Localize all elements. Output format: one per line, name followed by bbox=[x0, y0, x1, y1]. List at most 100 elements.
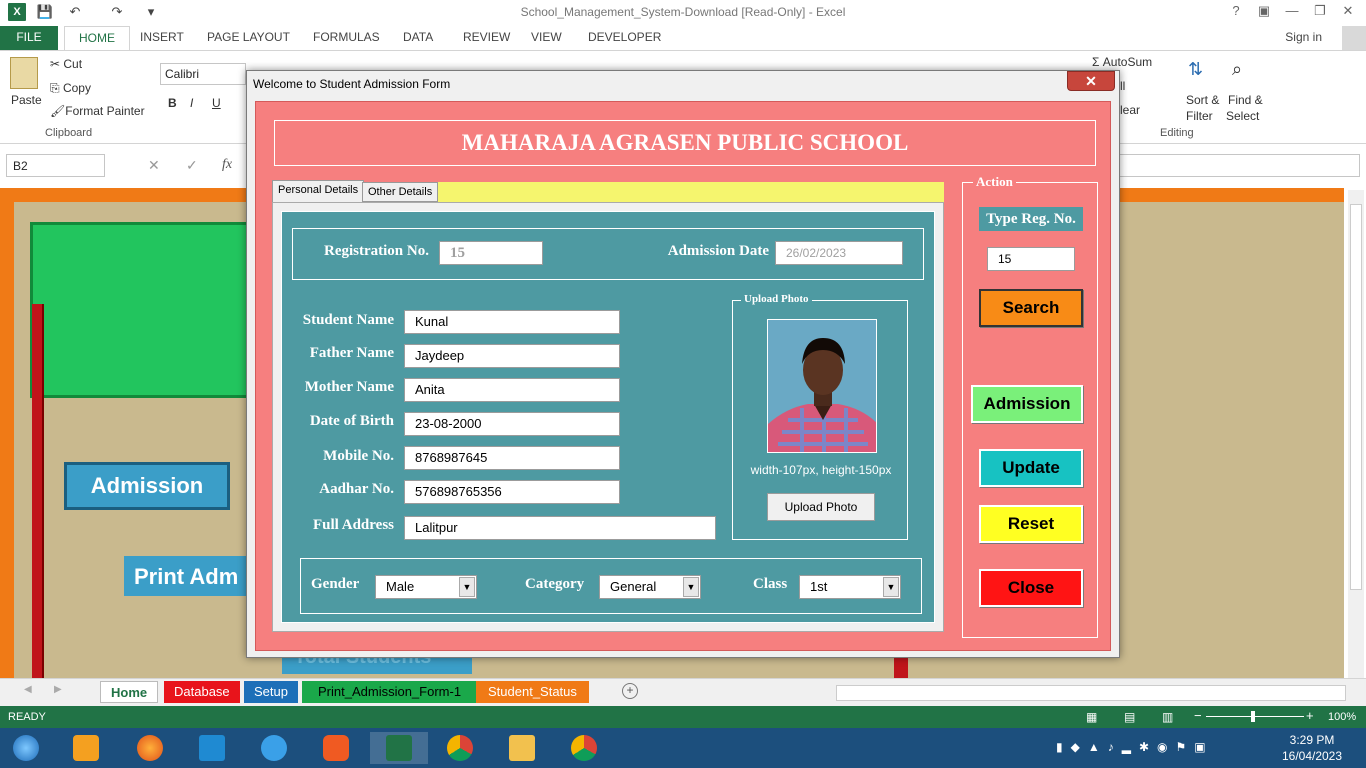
dialog-close-button[interactable]: ✕ bbox=[1067, 71, 1115, 91]
zoom-slider[interactable] bbox=[1206, 716, 1304, 717]
sort-filter-label[interactable]: Sort & bbox=[1186, 93, 1219, 107]
update-button[interactable]: Update bbox=[979, 449, 1083, 487]
tab-data[interactable]: DATA bbox=[389, 26, 447, 50]
admission-button[interactable]: Admission bbox=[971, 385, 1083, 423]
aadhar-field[interactable]: 576898765356 bbox=[404, 480, 620, 504]
sheet-tabs-bar: ◀ ▶ Home Database Setup Print_Admission_… bbox=[0, 678, 1366, 706]
reset-button[interactable]: Reset bbox=[979, 505, 1083, 543]
chevron-down-icon[interactable]: ▼ bbox=[883, 577, 899, 597]
start-button[interactable] bbox=[6, 732, 46, 764]
format-painter-button[interactable]: 🖌Format Painter bbox=[50, 104, 145, 118]
class-dropdown[interactable]: 1st ▼ bbox=[799, 575, 901, 599]
sheet-tab-student-status[interactable]: Student_Status bbox=[476, 681, 589, 703]
find-select-label-2[interactable]: Select bbox=[1226, 109, 1259, 123]
mother-name-field[interactable]: Anita bbox=[404, 378, 620, 402]
mobile-field[interactable]: 8768987645 bbox=[404, 446, 620, 470]
taskbar-explorer[interactable] bbox=[502, 732, 542, 764]
taskbar-brave[interactable] bbox=[316, 732, 356, 764]
taskbar-excel[interactable] bbox=[370, 732, 428, 764]
find-select-label[interactable]: Find & bbox=[1228, 93, 1263, 107]
tab-review[interactable]: REVIEW bbox=[449, 26, 524, 50]
admission-dialog: Welcome to Student Admission Form ✕ MAHA… bbox=[246, 70, 1120, 658]
chevron-down-icon[interactable]: ▼ bbox=[459, 577, 475, 597]
horizontal-scrollbar[interactable] bbox=[836, 685, 1346, 701]
student-name-field[interactable]: Kunal bbox=[404, 310, 620, 334]
registration-field[interactable]: 15 bbox=[439, 241, 543, 265]
clock[interactable]: 3:29 PM 16/04/2023 bbox=[1276, 732, 1348, 764]
font-name-box[interactable]: Calibri bbox=[160, 63, 246, 85]
zoom-level[interactable]: 100% bbox=[1328, 711, 1356, 723]
sheet-admission-button[interactable]: Admission bbox=[64, 462, 230, 510]
tab-page-layout[interactable]: PAGE LAYOUT bbox=[193, 26, 304, 50]
scroll-left-icon[interactable]: ◀ bbox=[24, 684, 32, 695]
binoculars-icon: ⌕ bbox=[1232, 59, 1243, 79]
admission-date-field[interactable]: 26/02/2023 bbox=[775, 241, 903, 265]
copy-button[interactable]: ⎘ Copy bbox=[50, 81, 91, 96]
minimize-icon[interactable]: — bbox=[1282, 3, 1302, 21]
tab-file[interactable]: FILE bbox=[0, 26, 58, 50]
taskbar-ie[interactable] bbox=[254, 732, 294, 764]
sheet-tab-database[interactable]: Database bbox=[164, 681, 240, 703]
bold-button[interactable]: B bbox=[168, 96, 177, 110]
paste-icon[interactable] bbox=[10, 57, 38, 89]
dob-field[interactable]: 23-08-2000 bbox=[404, 412, 620, 436]
taskbar-firefox[interactable] bbox=[130, 732, 170, 764]
normal-view-icon[interactable]: ▦ bbox=[1086, 710, 1097, 724]
form-tab-strip: Personal Details Other Details bbox=[272, 180, 944, 202]
address-field[interactable]: Lalitpur bbox=[404, 516, 716, 540]
zoom-out-icon[interactable]: − bbox=[1194, 708, 1202, 723]
type-reg-input[interactable]: 15 bbox=[987, 247, 1075, 271]
gender-dropdown[interactable]: Male ▼ bbox=[375, 575, 477, 599]
name-box[interactable]: B2 bbox=[6, 154, 105, 177]
italic-button[interactable]: I bbox=[190, 96, 193, 110]
zoom-in-icon[interactable]: + bbox=[1306, 708, 1314, 723]
sheet-tab-print-admission[interactable]: Print_Admission_Form-1 bbox=[302, 681, 478, 703]
vertical-scrollbar[interactable] bbox=[1348, 190, 1364, 678]
tab-home[interactable]: HOME bbox=[64, 26, 130, 50]
sheet-tab-setup[interactable]: Setup bbox=[244, 681, 298, 703]
page-break-view-icon[interactable]: ▥ bbox=[1162, 710, 1173, 724]
search-button[interactable]: Search bbox=[979, 289, 1083, 327]
cancel-icon[interactable]: ✕ bbox=[148, 157, 160, 174]
insert-function-icon[interactable]: fx bbox=[222, 157, 232, 173]
close-button[interactable]: Close bbox=[979, 569, 1083, 607]
sign-in-link[interactable]: Sign in bbox=[1285, 30, 1322, 44]
tab-developer[interactable]: DEVELOPER bbox=[574, 26, 675, 50]
help-icon[interactable]: ? bbox=[1226, 3, 1246, 21]
firefox-icon bbox=[137, 735, 163, 761]
add-sheet-icon[interactable]: + bbox=[622, 683, 638, 699]
tab-insert[interactable]: INSERT bbox=[126, 26, 198, 50]
zoom-slider-thumb[interactable] bbox=[1251, 711, 1255, 722]
scroll-thumb[interactable] bbox=[1350, 204, 1362, 590]
cut-button[interactable]: ✂ Cut bbox=[50, 57, 82, 71]
avatar[interactable] bbox=[1342, 26, 1366, 50]
taskbar-chrome[interactable] bbox=[440, 732, 480, 764]
ribbon-display-icon[interactable]: ▣ bbox=[1254, 3, 1274, 21]
tab-formulas[interactable]: FORMULAS bbox=[299, 26, 394, 50]
tab-personal-details[interactable]: Personal Details bbox=[272, 180, 365, 202]
fill-button[interactable]: ll bbox=[1120, 79, 1125, 93]
tab-view[interactable]: VIEW bbox=[517, 26, 576, 50]
upload-photo-button[interactable]: Upload Photo bbox=[767, 493, 875, 521]
clear-button[interactable]: lear bbox=[1120, 103, 1140, 117]
sheet-tab-home[interactable]: Home bbox=[100, 681, 159, 703]
chevron-down-icon[interactable]: ▼ bbox=[683, 577, 699, 597]
sort-filter-label-2[interactable]: Filter bbox=[1186, 109, 1213, 123]
taskbar-vscode[interactable] bbox=[192, 732, 232, 764]
underline-button[interactable]: U bbox=[212, 96, 221, 110]
page-layout-view-icon[interactable]: ▤ bbox=[1124, 710, 1135, 724]
father-name-field[interactable]: Jaydeep bbox=[404, 344, 620, 368]
window-close-icon[interactable]: ✕ bbox=[1338, 3, 1358, 21]
sheet-print-admission-button[interactable]: Print Adm bbox=[124, 556, 248, 596]
tab-other-details[interactable]: Other Details bbox=[362, 182, 439, 202]
formula-input[interactable] bbox=[1118, 154, 1360, 177]
autosum-button[interactable]: Σ AutoSum bbox=[1092, 55, 1152, 69]
scroll-right-icon[interactable]: ▶ bbox=[54, 684, 62, 695]
taskbar-chrome-profile[interactable] bbox=[564, 732, 604, 764]
system-tray[interactable]: ▮◆▲♪▂✱◉⚑▣ bbox=[1056, 740, 1214, 754]
enter-icon[interactable]: ✓ bbox=[186, 157, 198, 174]
category-dropdown[interactable]: General ▼ bbox=[599, 575, 701, 599]
restore-icon[interactable]: ❐ bbox=[1310, 3, 1330, 21]
taskbar-media-player[interactable] bbox=[66, 732, 106, 764]
paste-button[interactable]: Paste bbox=[11, 93, 42, 107]
